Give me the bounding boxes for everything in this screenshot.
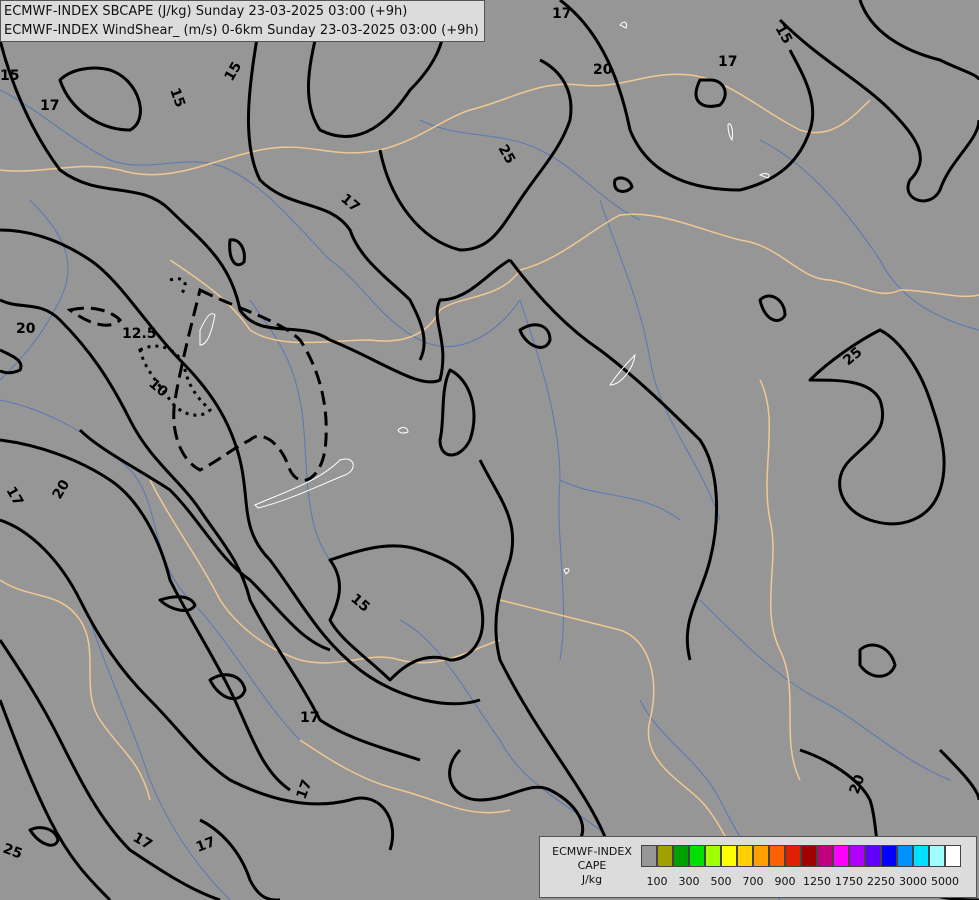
contour-label: 20 bbox=[16, 321, 36, 337]
legend-model: ECMWF-INDEX bbox=[552, 845, 632, 858]
map-title-box: ECMWF-INDEX SBCAPE (J/kg) Sunday 23-03-2… bbox=[0, 0, 485, 42]
legend-tick-label: 100 bbox=[646, 875, 668, 888]
legend-swatch bbox=[833, 845, 849, 867]
legend-tick-label: 300 bbox=[678, 875, 700, 888]
legend-swatches bbox=[641, 845, 961, 867]
legend-field: CAPE bbox=[577, 859, 607, 872]
contour-label: 17 bbox=[718, 54, 737, 70]
legend-swatch bbox=[769, 845, 785, 867]
legend-tick-label: 500 bbox=[710, 875, 732, 888]
legend-swatch bbox=[689, 845, 705, 867]
legend-swatch bbox=[801, 845, 817, 867]
legend-swatch bbox=[785, 845, 801, 867]
legend-tick-label: 900 bbox=[774, 875, 796, 888]
legend-tick-label: 700 bbox=[742, 875, 764, 888]
legend-ticks: 100 300 500 700 900 1250 1750 2250 3000 5000 bbox=[641, 875, 977, 891]
legend-unit: J/kg bbox=[581, 873, 603, 886]
legend-swatch bbox=[657, 845, 673, 867]
map-title-windshear: ECMWF-INDEX WindShear_ (m/s) 0-6km Sunda… bbox=[4, 23, 479, 38]
legend-swatch bbox=[945, 845, 961, 867]
legend-swatch bbox=[881, 845, 897, 867]
legend-swatch bbox=[865, 845, 881, 867]
legend-swatch bbox=[737, 845, 753, 867]
legend-swatch bbox=[705, 845, 721, 867]
legend-swatch bbox=[641, 845, 657, 867]
legend-text: ECMWF-INDEX CAPE J/kg bbox=[544, 845, 640, 887]
contour-label: 17 bbox=[300, 710, 319, 726]
legend-tick-label: 1750 bbox=[835, 875, 863, 888]
legend-tick-label: 3000 bbox=[899, 875, 927, 888]
contour-label: 17 bbox=[40, 98, 59, 114]
legend-swatch bbox=[817, 845, 833, 867]
contour-label: 12.5 bbox=[122, 326, 157, 342]
legend-swatch bbox=[753, 845, 769, 867]
legend-tick-label: 1250 bbox=[803, 875, 831, 888]
contour-label: 20 bbox=[593, 62, 613, 78]
legend-swatch bbox=[721, 845, 737, 867]
legend-tick-label: 5000 bbox=[931, 875, 959, 888]
legend-swatch bbox=[929, 845, 945, 867]
map-title-cape: ECMWF-INDEX SBCAPE (J/kg) Sunday 23-03-2… bbox=[4, 4, 408, 19]
legend-swatch bbox=[849, 845, 865, 867]
legend-swatch bbox=[673, 845, 689, 867]
weather-map: 17 20 25 17 15 15 17 15 17 15 20 12.5 10… bbox=[0, 0, 979, 900]
contour-label: 15 bbox=[0, 68, 19, 84]
cape-legend: ECMWF-INDEX CAPE J/kg 100 300 500 700 900 125… bbox=[539, 836, 977, 898]
legend-swatch bbox=[897, 845, 913, 867]
legend-tick-label: 2250 bbox=[867, 875, 895, 888]
contour-label: 17 bbox=[552, 6, 571, 22]
legend-swatch bbox=[913, 845, 929, 867]
